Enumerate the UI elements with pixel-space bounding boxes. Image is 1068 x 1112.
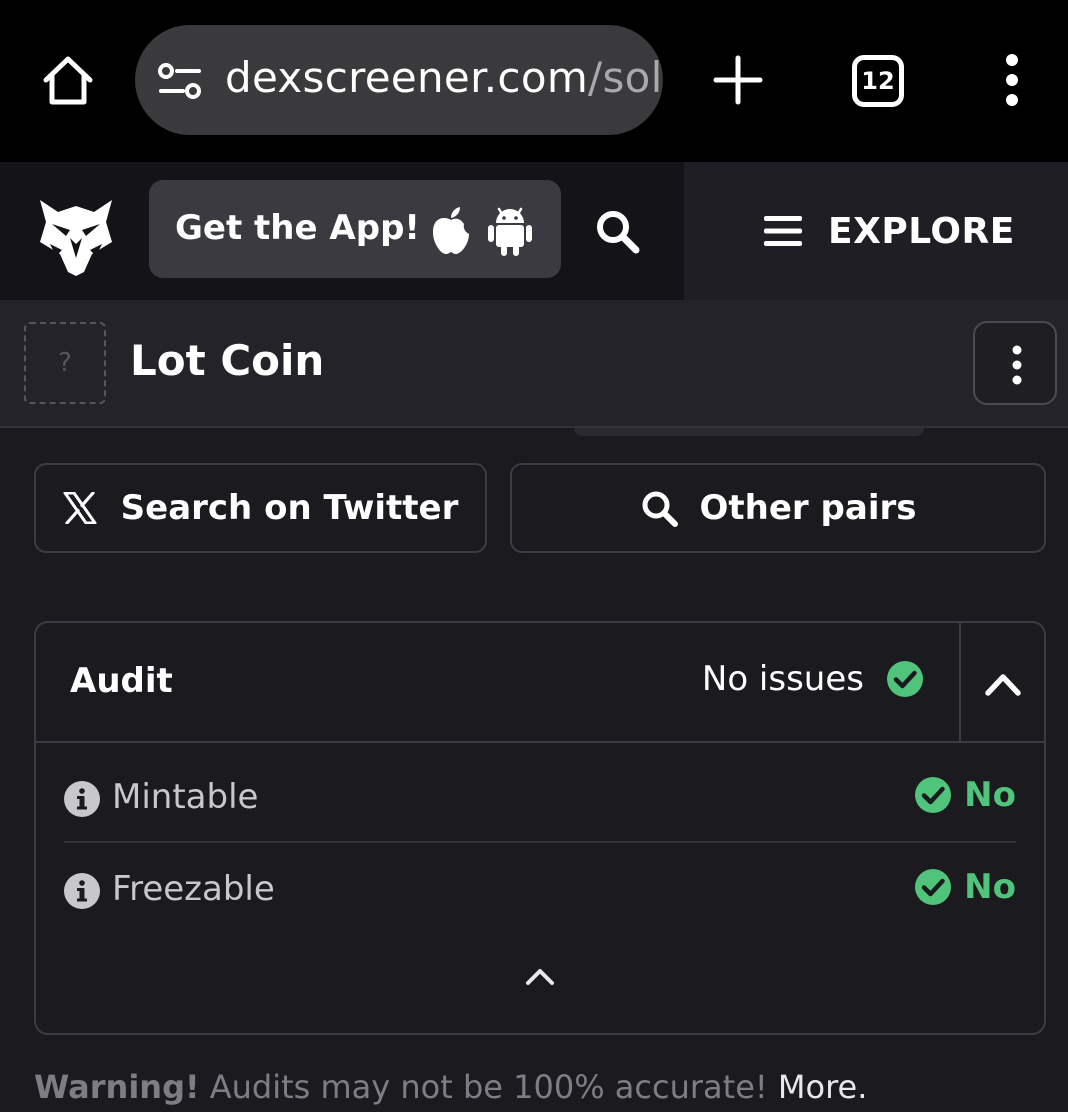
audit-row-value: No	[964, 775, 1016, 815]
audit-row-result: No	[914, 775, 1016, 815]
tab-count: 12	[861, 67, 895, 95]
get-app-button[interactable]: Get the App!	[149, 180, 561, 278]
warning-more-link[interactable]: More.	[778, 1068, 868, 1106]
page: dexscreener.com/sol 12 Get the App! EXPL…	[0, 0, 1068, 1112]
url-host: dexscreener.com	[225, 53, 589, 102]
kebab-menu-icon[interactable]	[994, 52, 1030, 108]
search-icon[interactable]	[594, 208, 640, 254]
token-logo-placeholder: ?	[24, 322, 106, 404]
audit-row-label: Mintable	[112, 777, 259, 817]
audit-title: Audit	[70, 661, 173, 701]
hamburger-icon	[764, 216, 802, 246]
x-logo-icon	[63, 492, 97, 524]
audit-row-mintable: Mintable No	[64, 753, 1016, 843]
kebab-menu-icon	[1012, 345, 1022, 385]
audit-row-value: No	[964, 867, 1016, 907]
placeholder-question-mark: ?	[58, 348, 72, 378]
explore-label: EXPLORE	[828, 210, 1015, 252]
audit-row-label: Freezable	[112, 869, 275, 909]
eagle-logo[interactable]	[36, 192, 116, 276]
get-app-label: Get the App!	[175, 208, 420, 248]
home-icon[interactable]	[38, 50, 98, 110]
browser-toolbar: dexscreener.com/sol 12	[0, 0, 1068, 162]
token-bar: ? Lot Coin	[0, 300, 1068, 428]
explore-button[interactable]: EXPLORE	[764, 206, 1015, 256]
info-icon[interactable]	[64, 873, 100, 909]
audit-row-result: No	[914, 867, 1016, 907]
chevron-up-icon[interactable]	[984, 665, 1022, 701]
other-pairs-button[interactable]: Other pairs	[510, 463, 1046, 553]
warning-prefix: Warning!	[34, 1068, 200, 1106]
audit-warning: Warning! Audits may not be 100% accurate…	[34, 1068, 867, 1106]
site-header: Get the App! EXPLORE	[0, 162, 1068, 300]
android-icon	[488, 207, 532, 256]
token-name: Lot Coin	[130, 336, 325, 385]
audit-status-label: No issues	[701, 659, 864, 699]
audit-header-divider	[959, 623, 961, 743]
check-circle-icon	[915, 869, 952, 905]
address-bar[interactable]: dexscreener.com/sol	[135, 25, 663, 135]
chevron-up-icon[interactable]	[524, 963, 556, 989]
info-icon[interactable]	[64, 781, 100, 817]
check-circle-icon	[887, 661, 923, 697]
plus-icon[interactable]	[710, 52, 766, 108]
apple-icon	[433, 207, 469, 254]
url-path: /sol	[588, 53, 663, 102]
audit-status: No issues	[702, 659, 924, 699]
site-settings-icon[interactable]	[157, 61, 203, 101]
audit-row-freezable: Freezable No	[64, 845, 1016, 935]
url-text[interactable]: dexscreener.com/sol	[225, 53, 663, 102]
audit-header[interactable]: Audit No issues	[36, 623, 1044, 743]
search-twitter-label: Search on Twitter	[120, 488, 459, 528]
search-icon	[642, 491, 678, 527]
token-menu-button[interactable]	[973, 321, 1057, 405]
check-circle-icon	[915, 777, 952, 813]
collapsed-panel-edge	[574, 428, 924, 436]
warning-text: Audits may not be 100% accurate!	[199, 1068, 778, 1106]
other-pairs-label: Other pairs	[699, 488, 917, 528]
tabs-icon[interactable]: 12	[852, 55, 904, 107]
audit-card: Audit No issues Mintable No Freezable No	[34, 621, 1046, 1035]
search-twitter-button[interactable]: Search on Twitter	[34, 463, 487, 553]
